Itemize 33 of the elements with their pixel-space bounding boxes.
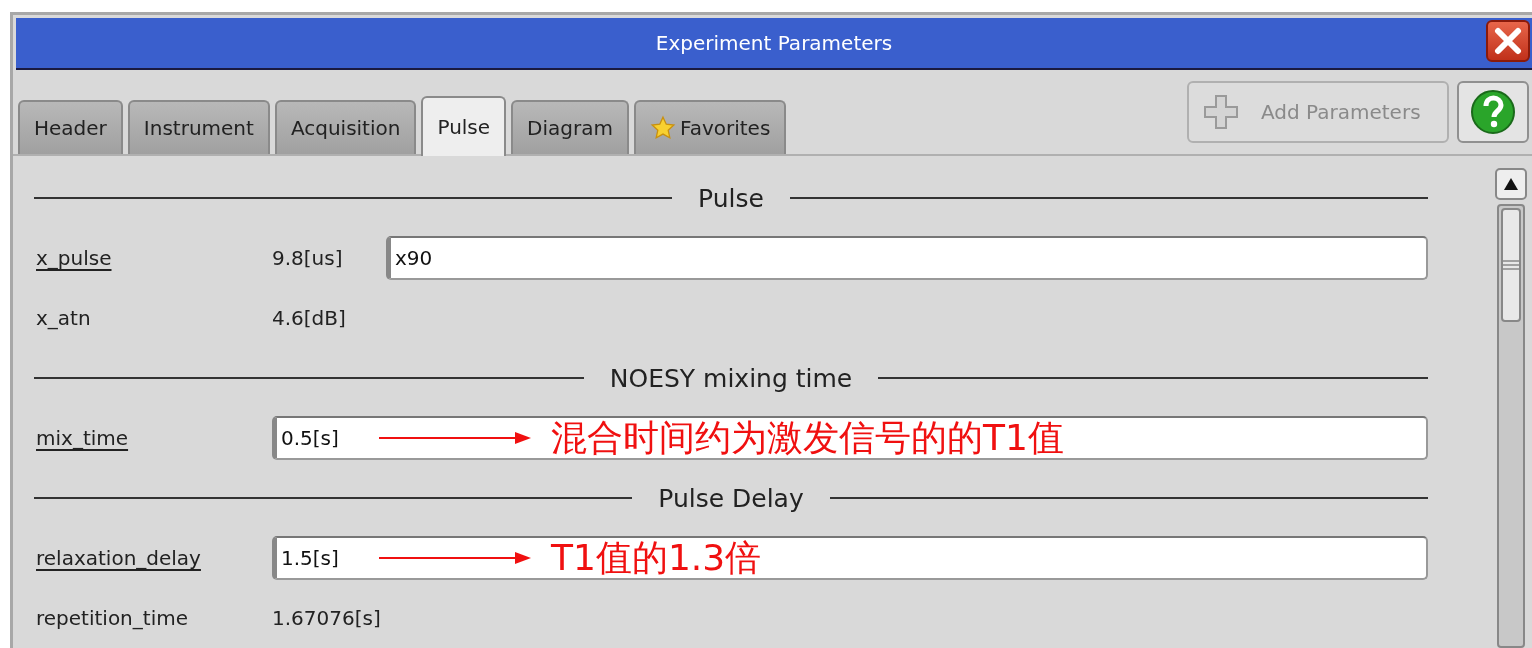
close-icon <box>1494 27 1522 55</box>
parameter-link[interactable]: x_pulse <box>36 246 272 270</box>
parameter-label: x_atn <box>36 306 92 330</box>
section-heading: NOESY mixing time <box>608 363 854 393</box>
parameter-value: 4.6[dB] <box>272 306 347 330</box>
tab[interactable]: Instrument <box>127 100 270 154</box>
section-heading: Pulse <box>697 183 765 213</box>
parameter-value: 1.67076[s] <box>272 606 382 630</box>
grip-icon <box>1503 260 1519 270</box>
arrow-icon <box>379 431 531 445</box>
parameter-label: repetition_time <box>36 606 189 630</box>
annotation-text: 混合时间约为激发信号的的T1值 <box>551 415 1064 460</box>
tab[interactable]: Header <box>18 100 123 154</box>
parameter-link[interactable]: relaxation_delay <box>36 546 272 570</box>
tab[interactable]: Diagram <box>511 100 629 154</box>
tab[interactable]: Favorites <box>633 100 787 154</box>
parameter-value: 9.8[us] <box>272 246 344 270</box>
tab[interactable]: Pulse <box>421 96 507 156</box>
up-arrow-icon <box>1504 178 1518 190</box>
star-icon <box>649 115 676 141</box>
help-button[interactable] <box>1457 81 1529 143</box>
tab[interactable]: Acquisition <box>274 100 417 154</box>
plus-icon <box>1203 94 1239 130</box>
window-title: Experiment Parameters <box>655 31 893 55</box>
annotation-text: T1值的1.3倍 <box>551 535 762 580</box>
scroll-up-button[interactable] <box>1495 168 1527 200</box>
section-heading: Pulse Delay <box>657 483 805 513</box>
input-field[interactable]: x90 <box>386 236 1428 280</box>
close-button[interactable] <box>1486 20 1530 62</box>
arrow-icon <box>379 551 531 565</box>
help-icon <box>1470 89 1516 135</box>
scrollbar-thumb[interactable] <box>1501 208 1521 322</box>
parameter-link[interactable]: mix_time <box>36 426 272 450</box>
